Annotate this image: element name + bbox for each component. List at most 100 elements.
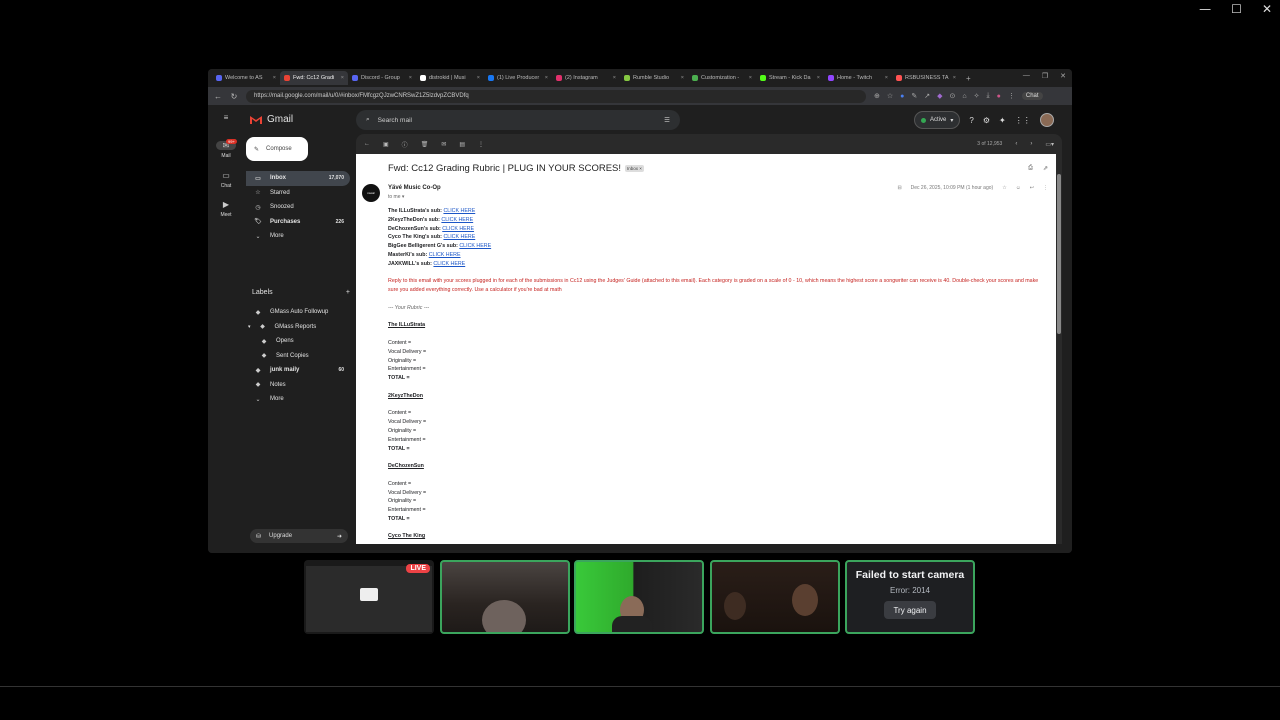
browser-tab[interactable]: distrokid | Musi × bbox=[416, 71, 484, 85]
rail-item-meet[interactable]: ▶ Meet bbox=[212, 200, 240, 218]
tab-close-icon[interactable]: × bbox=[409, 75, 412, 81]
click-here-link[interactable]: CLICK HERE bbox=[443, 234, 475, 240]
apps-grid-icon[interactable]: ⋮⋮ bbox=[1015, 116, 1031, 125]
back-arrow-icon[interactable]: ← bbox=[364, 141, 370, 147]
click-here-link[interactable]: CLICK HERE bbox=[443, 208, 475, 214]
gear-icon[interactable]: ⚙ bbox=[983, 116, 990, 125]
label-item[interactable]: ◆ GMass Auto Followup bbox=[246, 305, 350, 320]
label-item[interactable]: ◆ Notes bbox=[246, 378, 350, 393]
tab-close-icon[interactable]: × bbox=[885, 75, 888, 81]
account-avatar[interactable] bbox=[1039, 113, 1054, 127]
menu-dots-icon[interactable]: ⋮ bbox=[1008, 92, 1015, 100]
nav-item-snoozed[interactable]: ◷ Snoozed bbox=[246, 200, 350, 215]
search-input[interactable]: Search mail bbox=[378, 117, 412, 124]
label-item[interactable]: ▾ ◆ GMass Reports bbox=[246, 320, 350, 335]
gemini-chat-button[interactable]: Chat bbox=[1021, 92, 1043, 100]
status-selector[interactable]: Active ▾ bbox=[914, 111, 961, 129]
more-options-icon[interactable]: ⋮ bbox=[478, 141, 484, 148]
zoom-icon[interactable]: ⊕ bbox=[874, 92, 880, 100]
click-here-link[interactable]: CLICK HERE bbox=[441, 217, 473, 223]
browser-tab[interactable]: RSBUSINESS TA × bbox=[892, 71, 960, 85]
expand-caret-icon[interactable]: ▾ bbox=[248, 324, 251, 330]
search-bar[interactable]: ⌕ Search mail ☰ bbox=[356, 110, 680, 130]
label-item[interactable]: ⌄ More bbox=[246, 392, 350, 407]
tab-close-icon[interactable]: × bbox=[953, 75, 956, 81]
gemini-sparkle-icon[interactable]: ✦ bbox=[999, 116, 1006, 125]
tab-close-icon[interactable]: × bbox=[341, 75, 344, 81]
reload-icon[interactable]: ↻ bbox=[230, 92, 238, 101]
open-new-window-icon[interactable]: ⇗ bbox=[1043, 165, 1048, 172]
input-tools-icon[interactable]: ▭▾ bbox=[1045, 141, 1054, 148]
emoji-react-icon[interactable]: ☺ bbox=[1016, 185, 1021, 191]
nav-item-more[interactable]: ⌄ More bbox=[246, 229, 350, 244]
help-icon[interactable]: ? bbox=[969, 116, 973, 125]
mark-unread-icon[interactable]: ✉ bbox=[441, 141, 446, 148]
participant-video-tile[interactable] bbox=[710, 560, 840, 634]
profile-icon[interactable]: ● bbox=[997, 93, 1001, 100]
browser-tab[interactable]: (1) Live Producer × bbox=[484, 71, 552, 85]
label-item[interactable]: ◆ Opens bbox=[246, 334, 350, 349]
inbox-label-chip[interactable]: Inbox × bbox=[625, 165, 644, 172]
label-item[interactable]: ◆ Sent Copies bbox=[246, 349, 350, 364]
main-menu-icon[interactable]: ≡ bbox=[212, 113, 240, 125]
download-icon[interactable]: ⤓ bbox=[987, 92, 990, 100]
try-again-button[interactable]: Try again bbox=[884, 601, 936, 619]
delete-icon[interactable]: 🗑 bbox=[421, 141, 429, 148]
nav-item-inbox[interactable]: ▭ Inbox 17,070 bbox=[246, 171, 350, 186]
outer-minimize-button[interactable]: — bbox=[1199, 2, 1211, 16]
prev-page-icon[interactable]: ‹ bbox=[1015, 141, 1017, 147]
browser-close-button[interactable]: ✕ bbox=[1060, 72, 1066, 80]
screen-share-tile[interactable]: LIVE bbox=[304, 560, 434, 634]
tab-close-icon[interactable]: × bbox=[545, 75, 548, 81]
url-field[interactable]: https://mail.google.com/mail/u/0/#inbox/… bbox=[246, 89, 866, 103]
star-icon[interactable]: ☆ bbox=[1002, 185, 1006, 191]
click-here-link[interactable]: CLICK HERE bbox=[433, 261, 465, 267]
tab-close-icon[interactable]: × bbox=[273, 75, 276, 81]
click-here-link[interactable]: CLICK HERE bbox=[442, 226, 474, 232]
upgrade-button[interactable]: ⛁ Upgrade ➜ bbox=[250, 529, 348, 543]
outer-close-button[interactable]: ✕ bbox=[1262, 2, 1272, 16]
extension-icon[interactable]: ⌂ bbox=[962, 93, 966, 100]
extension-icon[interactable]: ◆ bbox=[937, 92, 942, 100]
browser-minimize-button[interactable]: — bbox=[1023, 72, 1030, 80]
sender-name[interactable]: Yävé Music Co-Op bbox=[388, 185, 441, 191]
tab-close-icon[interactable]: × bbox=[749, 75, 752, 81]
star-bookmark-icon[interactable]: ☆ bbox=[887, 92, 893, 100]
browser-tab[interactable]: (2) Instagram × bbox=[552, 71, 620, 85]
gmail-logo[interactable]: Gmail bbox=[250, 114, 293, 125]
report-spam-icon[interactable]: ⓘ bbox=[402, 140, 408, 149]
tab-close-icon[interactable]: × bbox=[817, 75, 820, 81]
next-page-icon[interactable]: › bbox=[1030, 141, 1032, 147]
participant-video-tile[interactable] bbox=[574, 560, 704, 634]
nav-item-starred[interactable]: ☆ Starred bbox=[246, 186, 350, 201]
click-here-link[interactable]: CLICK HERE bbox=[429, 252, 461, 258]
extension-icon[interactable]: ● bbox=[900, 93, 904, 100]
more-vert-icon[interactable]: ⋮ bbox=[1043, 185, 1048, 191]
message-scrollbar[interactable] bbox=[1056, 154, 1062, 544]
compose-button[interactable]: ✎ Compose bbox=[246, 137, 308, 161]
participant-video-tile[interactable] bbox=[440, 560, 570, 634]
label-item[interactable]: ◆ junk maily 60 bbox=[246, 363, 350, 378]
browser-tab[interactable]: Stream - Kick Da × bbox=[756, 71, 824, 85]
tab-close-icon[interactable]: × bbox=[613, 75, 616, 81]
pen-icon[interactable]: ✎ bbox=[911, 92, 917, 100]
back-arrow-icon[interactable]: ← bbox=[214, 92, 222, 101]
extension-icon[interactable]: ⊙ bbox=[950, 92, 956, 100]
reply-icon[interactable]: ↩ bbox=[1030, 185, 1034, 191]
browser-tab[interactable]: Discord - Group × bbox=[348, 71, 416, 85]
recipient-details[interactable]: to me ▾ bbox=[388, 194, 404, 200]
browser-tab[interactable]: Rumble Studio × bbox=[620, 71, 688, 85]
puzzle-icon[interactable]: ✧ bbox=[974, 92, 980, 100]
extension-icon[interactable]: ↗ bbox=[924, 92, 930, 100]
tab-close-icon[interactable]: × bbox=[477, 75, 480, 81]
new-tab-button[interactable]: + bbox=[966, 74, 971, 83]
nav-item-purchases[interactable]: 🏷 Purchases 226 bbox=[246, 215, 350, 230]
browser-tab[interactable]: Home - Twitch × bbox=[824, 71, 892, 85]
click-here-link[interactable]: CLICK HERE bbox=[459, 243, 491, 249]
browser-tab[interactable]: Welcome to AS × bbox=[212, 71, 280, 85]
archive-icon[interactable]: ▣ bbox=[383, 141, 389, 148]
add-label-button[interactable]: + bbox=[346, 289, 350, 296]
browser-restore-button[interactable]: ❐ bbox=[1042, 72, 1048, 80]
scrollbar-thumb[interactable] bbox=[1057, 174, 1061, 334]
rail-item-chat[interactable]: ▭ Chat bbox=[212, 171, 240, 189]
